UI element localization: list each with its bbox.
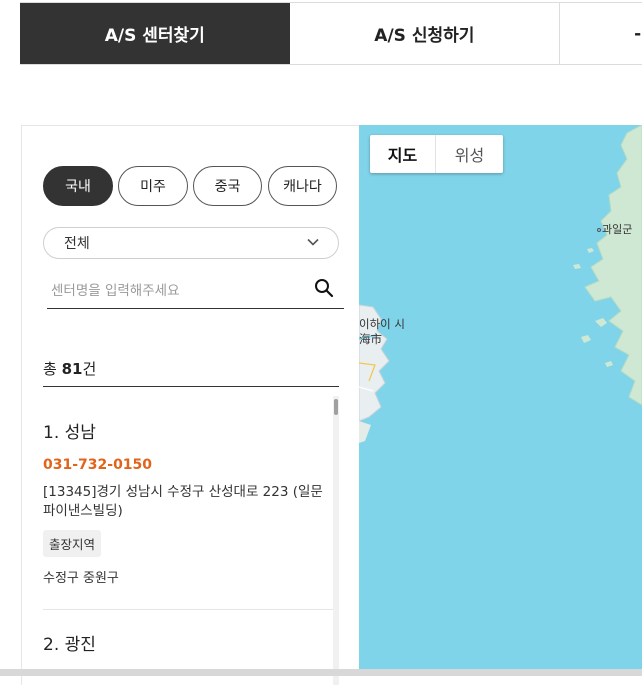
total-prefix: 총 [43, 360, 57, 378]
center-address: [13345]경기 성남시 수정구 산성대로 223 (일문파이낸스빌딩) [43, 484, 323, 519]
total-suffix: 건 [82, 360, 97, 378]
tab-third[interactable]: - [560, 3, 642, 64]
region-pill-canada[interactable]: 캐나다 [268, 166, 337, 206]
center-area: 수정구 중원구 [43, 571, 119, 586]
map-place-dot [597, 228, 601, 232]
list-scroll-thumb[interactable] [334, 399, 338, 415]
map-type-map-button[interactable]: 지도 [370, 135, 436, 173]
chevron-down-icon [307, 238, 319, 246]
center-item[interactable]: 2. 광진 [43, 630, 335, 655]
search-box [47, 274, 344, 309]
center-list[interactable]: 1. 성남 031-732-0150 [13345]경기 성남시 수정구 산성대… [43, 396, 339, 685]
tab-bar: A/S 센터찾기 A/S 신청하기 - [20, 2, 642, 65]
tab-as-center-find[interactable]: A/S 센터찾기 [20, 3, 290, 64]
map-city-label: 이하이 시 [359, 317, 405, 331]
search-icon[interactable] [314, 278, 334, 298]
region-pill-china[interactable]: 중국 [193, 166, 262, 206]
bottom-scrollbar[interactable] [0, 669, 642, 676]
map-land [359, 125, 642, 443]
search-input[interactable] [47, 276, 297, 306]
total-divider [43, 386, 339, 387]
region-pill-domestic[interactable]: 국내 [43, 166, 113, 206]
map-city-cn-label: 海市 [359, 332, 382, 346]
area-select[interactable]: 전체 [43, 227, 339, 259]
area-select-value: 전체 [64, 236, 90, 252]
center-list-panel: 국내 미주 중국 캐나다 전체 총 81건 1. 성남 031-732-0150… [21, 125, 359, 685]
center-title: 2. 광진 [43, 635, 96, 655]
map-type-satellite-button[interactable]: 위성 [436, 135, 503, 173]
center-item[interactable]: 1. 성남 031-732-0150 [13345]경기 성남시 수정구 산성대… [43, 418, 335, 586]
list-scrollbar[interactable] [333, 396, 339, 685]
map-view[interactable]: 지도 위성 이하이 시 海市 과일군 [359, 125, 642, 670]
map-type-toggle: 지도 위성 [370, 135, 503, 173]
map-place-label: 과일군 [597, 221, 632, 237]
map-place-text: 과일군 [602, 223, 633, 236]
list-divider [43, 609, 335, 610]
center-title: 1. 성남 [43, 423, 96, 443]
center-phone[interactable]: 031-732-0150 [43, 457, 335, 473]
service-area-badge: 출장지역 [43, 530, 102, 557]
total-number: 81 [61, 360, 83, 378]
region-pill-americas[interactable]: 미주 [118, 166, 188, 206]
total-count: 총 81건 [43, 358, 96, 379]
tab-as-request[interactable]: A/S 신청하기 [290, 3, 561, 64]
